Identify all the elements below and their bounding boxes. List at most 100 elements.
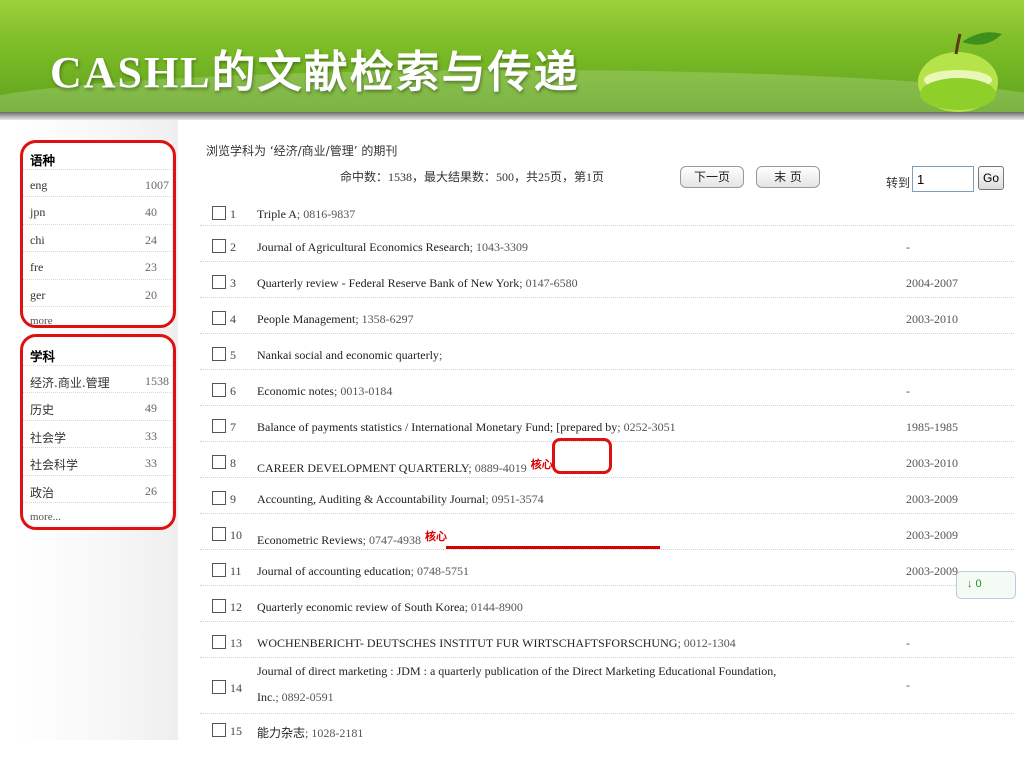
checkbox-icon[interactable] [212,527,226,541]
title-text[interactable]: Econometric Reviews [257,533,363,547]
next-page-button[interactable]: 下一页 [680,166,744,188]
title-text[interactable]: 能力杂志 [257,726,305,740]
facet-item-count: 49 [145,401,157,415]
last-page-button[interactable]: 末 页 [756,166,820,188]
embedded-screenshot: 语种 eng 1007 jpn 40 chi 24 fre 23 ger 20 [10,120,1014,740]
journal-title-line2[interactable]: Inc.; 0892-0591 [257,690,334,705]
title-text[interactable]: People Management [257,312,355,326]
slide-title: CASHL的文献检索与传递 [50,48,580,97]
facet-item-label[interactable]: eng [30,178,47,193]
facet-item-politics[interactable]: 政治 26 [22,476,172,503]
facet-item-economics[interactable]: 经济.商业.管理 1538 [22,366,172,393]
checkbox-icon[interactable] [212,563,226,577]
journal-title[interactable]: Nankai social and economic quarterly; [257,348,442,363]
go-button[interactable]: Go [978,166,1004,190]
facet-item-jpn[interactable]: jpn 40 [22,197,172,225]
facet-more-language[interactable]: more [22,307,172,327]
journal-title[interactable]: People Management; 1358-6297 [257,312,414,327]
years-text: - [906,678,910,692]
facet-item-count: 33 [145,456,157,470]
facet-item-label[interactable]: chi [30,233,45,248]
journal-title[interactable]: Balance of payments statistics / Interna… [257,420,676,435]
title-text[interactable]: Journal of Agricultural Economics Resear… [257,240,470,254]
title-text[interactable]: WOCHENBERICHT- DEUTSCHES INSTITUT FUR WI… [257,636,677,650]
facet-heading-language: 语种 [22,142,172,170]
journal-title[interactable]: 能力杂志; 1028-2181 [257,724,363,740]
title-text[interactable]: Journal of direct marketing : JDM : a qu… [257,664,776,678]
slide-footer [0,742,1024,768]
journal-title[interactable]: Journal of Agricultural Economics Resear… [257,240,528,255]
journal-title[interactable]: Accounting, Auditing & Accountability Jo… [257,492,544,507]
journal-title[interactable]: Quarterly review - Federal Reserve Bank … [257,276,578,291]
facet-heading-label: 语种 [30,153,56,168]
facet-item-label[interactable]: 社会科学 [30,456,78,473]
title-text[interactable]: Quarterly economic review of South Korea [257,600,465,614]
row-number: 11 [230,564,242,578]
issn-text: ; 0892-0591 [275,690,334,704]
facet-item-fre[interactable]: fre 23 [22,252,172,280]
result-row: 13 WOCHENBERICHT- DEUTSCHES INSTITUT FUR… [200,622,1014,658]
facet-item-social-science[interactable]: 社会科学 33 [22,448,172,476]
checkbox-icon[interactable] [212,455,226,469]
checkbox-icon[interactable] [212,275,226,289]
years-text: - [906,636,910,650]
years-text: 2003-2009 [906,492,958,506]
facet-item-label[interactable]: 历史 [30,401,54,418]
title-text[interactable]: Triple A [257,207,297,221]
goto-page-input[interactable] [912,166,974,192]
facet-item-label[interactable]: ger [30,288,45,303]
issn-text: ; 1358-6297 [355,312,414,326]
journal-title[interactable]: CAREER DEVELOPMENT QUARTERLY; 0889-4019 核… [257,456,553,476]
checkbox-icon[interactable] [212,419,226,433]
checkbox-icon[interactable] [212,347,226,361]
slide-header: CASHL的文献检索与传递 [0,0,1024,112]
facet-item-history[interactable]: 历史 49 [22,393,172,421]
journal-title[interactable]: Triple A; 0816-9837 [257,207,355,222]
facet-item-chi[interactable]: chi 24 [22,225,172,252]
facet-item-sociology[interactable]: 社会学 33 [22,421,172,448]
result-row: 2 Journal of Agricultural Economics Rese… [200,226,1014,262]
title-text[interactable]: Journal of accounting education [257,564,411,578]
checkbox-icon[interactable] [212,311,226,325]
download-badge[interactable]: ↓ 0 [956,571,1016,599]
journal-title[interactable]: WOCHENBERICHT- DEUTSCHES INSTITUT FUR WI… [257,636,736,651]
facet-item-label[interactable]: jpn [30,205,45,220]
title-text[interactable]: Accounting, Auditing & Accountability Jo… [257,492,485,506]
result-row: 11 Journal of accounting education; 0748… [200,550,1014,586]
hits-summary: 命中数：1538，最大结果数：500，共25页，第1页 [340,170,605,184]
more-link[interactable]: more [30,315,53,327]
title-text[interactable]: CAREER DEVELOPMENT QUARTERLY [257,461,468,475]
title-text[interactable]: Balance of payments statistics / Interna… [257,420,617,434]
checkbox-icon[interactable] [212,680,226,694]
facet-item-ger[interactable]: ger 20 [22,280,172,307]
title-text[interactable]: Nankai social and economic quarterly [257,348,439,362]
journal-title[interactable]: Quarterly economic review of South Korea… [257,600,523,615]
title-text[interactable]: Inc. [257,690,275,704]
facet-item-label[interactable]: fre [30,260,43,275]
checkbox-icon[interactable] [212,239,226,253]
facet-item-eng[interactable]: eng 1007 [22,170,172,197]
issn-text: ; 0889-4019 [468,461,527,475]
facet-item-label[interactable]: 政治 [30,484,54,501]
checkbox-icon[interactable] [212,206,226,220]
facet-item-label[interactable]: 经济.商业.管理 [30,374,110,391]
checkbox-icon[interactable] [212,723,226,737]
journal-title[interactable]: Econometric Reviews; 0747-4938 核心 [257,528,447,548]
more-link[interactable]: more... [30,511,61,523]
facet-more-subject[interactable]: more... [22,503,172,525]
title-text[interactable]: Economic notes [257,384,334,398]
facet-item-count: 1007 [145,177,169,192]
journal-title[interactable]: Economic notes; 0013-0184 [257,384,392,399]
facet-item-label[interactable]: 社会学 [30,429,66,446]
journal-title[interactable]: Journal of direct marketing : JDM : a qu… [257,664,776,679]
facet-heading-subject: 学科 [22,338,172,366]
checkbox-icon[interactable] [212,635,226,649]
checkbox-icon[interactable] [212,383,226,397]
title-text[interactable]: Quarterly review - Federal Reserve Bank … [257,276,519,290]
journal-title[interactable]: Journal of accounting education; 0748-57… [257,564,469,579]
header-divider [0,112,1024,120]
checkbox-icon[interactable] [212,599,226,613]
checkbox-icon[interactable] [212,491,226,505]
issn-text: ; 0147-6580 [519,276,578,290]
years-text: 2003-2010 [906,456,958,470]
